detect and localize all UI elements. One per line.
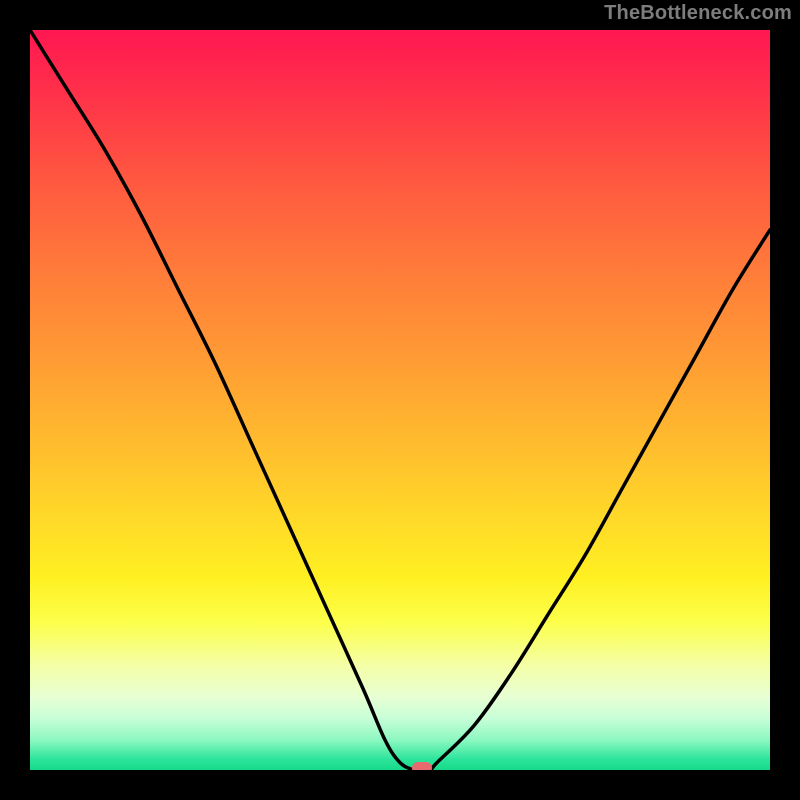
plot-area	[30, 30, 770, 770]
chart-frame: TheBottleneck.com	[0, 0, 800, 800]
curve-path	[30, 30, 770, 770]
watermark-text: TheBottleneck.com	[604, 2, 792, 25]
bottleneck-curve	[30, 30, 770, 770]
optimum-marker	[412, 762, 432, 770]
